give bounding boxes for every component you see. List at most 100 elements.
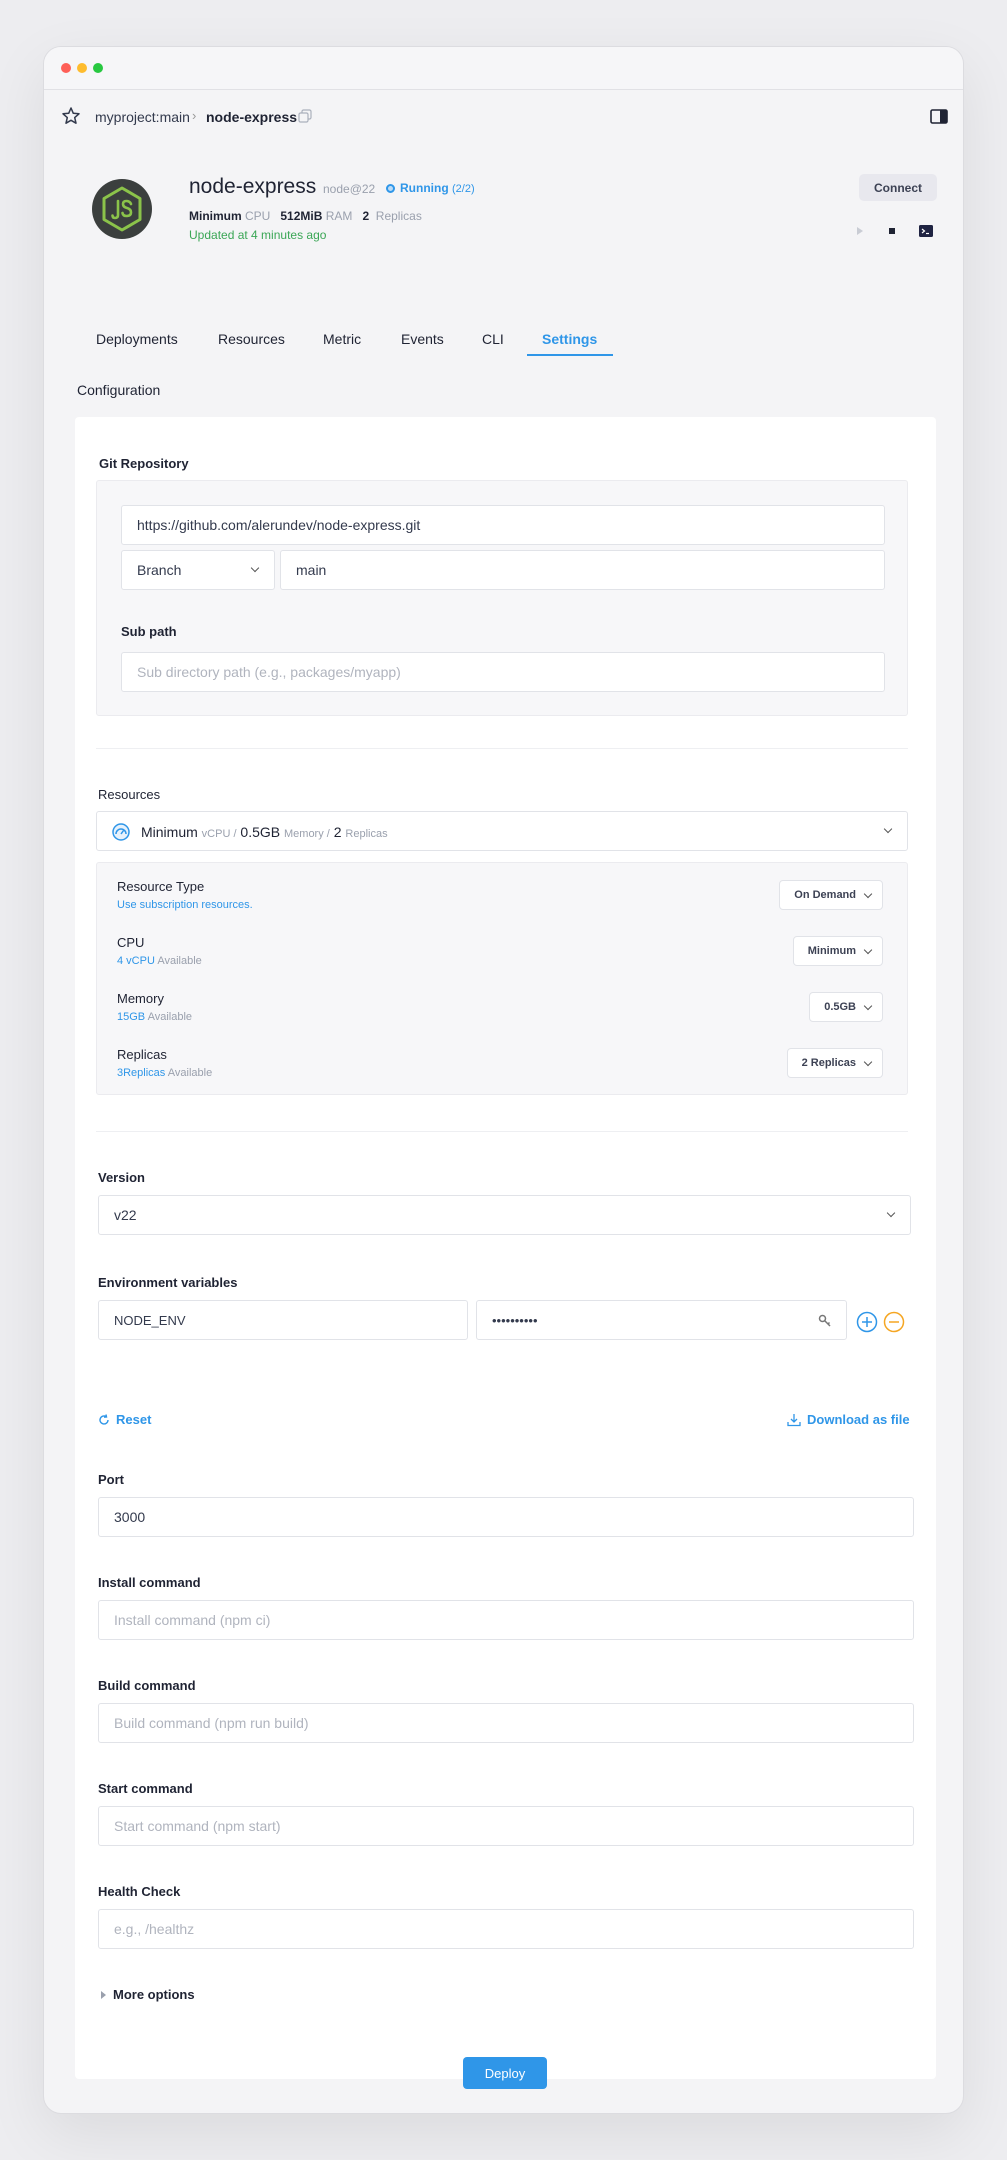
- memory-label: Memory: [117, 991, 164, 1006]
- maximize-window-button[interactable]: [93, 63, 103, 73]
- tab-resources[interactable]: Resources: [218, 323, 285, 355]
- build-command-label: Build command: [98, 1678, 196, 1693]
- runtime-version: node@22: [323, 182, 376, 196]
- play-icon[interactable]: [855, 225, 865, 237]
- resource-details: Resource Type Use subscription resources…: [96, 862, 908, 1095]
- branch-input[interactable]: main: [280, 550, 885, 590]
- chevron-down-icon: [886, 1208, 896, 1218]
- summary-cpu: Minimum: [141, 824, 198, 840]
- chevron-down-icon: [883, 824, 893, 834]
- breadcrumb-service[interactable]: node-express: [206, 109, 297, 125]
- updated-time: Updated at 4 minutes ago: [189, 228, 327, 242]
- chevron-down-icon: [863, 889, 873, 899]
- memory-available: 15GB Available: [117, 1011, 192, 1023]
- divider: [96, 748, 908, 749]
- replicas-label: Replicas: [117, 1047, 167, 1062]
- ram-value: 512MiB: [280, 209, 323, 223]
- replicas-select-value: 2 Replicas: [801, 1057, 856, 1069]
- deploy-button[interactable]: Deploy: [463, 2057, 547, 2089]
- port-input[interactable]: 3000: [98, 1497, 914, 1537]
- build-command-input[interactable]: Build command (npm run build): [98, 1703, 914, 1743]
- version-label: Version: [98, 1170, 145, 1185]
- active-tab-indicator: [527, 354, 613, 356]
- star-icon[interactable]: [61, 106, 81, 126]
- repository-url-input[interactable]: https://github.com/alerundev/node-expres…: [121, 505, 885, 545]
- env-value-input[interactable]: ••••••••••: [476, 1300, 847, 1340]
- start-command-input[interactable]: Start command (npm start): [98, 1806, 914, 1846]
- section-title: Configuration: [77, 382, 161, 398]
- subpath-input[interactable]: Sub directory path (e.g., packages/myapp…: [121, 652, 885, 692]
- resources-label: Resources: [98, 787, 161, 802]
- resource-type-label: Resource Type: [117, 879, 205, 894]
- replicas-available-value: 3Replicas: [117, 1067, 166, 1079]
- tab-cli[interactable]: CLI: [482, 323, 504, 355]
- ram-label: RAM: [325, 209, 353, 223]
- cpu-value: Minimum: [189, 209, 242, 223]
- ref-type-select[interactable]: Branch: [121, 550, 275, 590]
- breadcrumb-separator: ›: [192, 108, 197, 123]
- status-badge: Running (2/2): [386, 181, 475, 195]
- remove-variable-icon[interactable]: [883, 1311, 905, 1333]
- sidebar-toggle-icon[interactable]: [930, 109, 948, 124]
- replicas-value: 2: [362, 209, 370, 223]
- service-name: node-express: [189, 175, 317, 198]
- breadcrumb-project[interactable]: myproject:main: [95, 109, 190, 125]
- replicas-select[interactable]: 2 Replicas: [786, 1048, 883, 1078]
- cpu-available-value: 4 vCPU: [117, 955, 155, 967]
- replicas-label: Replicas: [375, 209, 422, 223]
- summary-memory: 0.5GB: [240, 824, 281, 840]
- key-icon[interactable]: [818, 1314, 832, 1328]
- cpu-select-value: Minimum: [807, 945, 856, 957]
- cpu-label: CPU: [245, 209, 271, 223]
- copy-icon[interactable]: [298, 109, 312, 123]
- status-count: (2/2): [452, 183, 475, 195]
- health-check-label: Health Check: [98, 1884, 181, 1899]
- install-command-input[interactable]: Install command (npm ci): [98, 1600, 914, 1640]
- caret-right-icon: [101, 1991, 106, 1999]
- cpu-select[interactable]: Minimum: [792, 936, 883, 966]
- git-repository-box: https://github.com/alerundev/node-expres…: [96, 480, 908, 716]
- stop-icon[interactable]: [887, 225, 897, 237]
- version-select[interactable]: v22: [98, 1195, 911, 1235]
- cpu-available-label: Available: [157, 955, 202, 967]
- service-header: node-express node@22 Running (2/2) Minim…: [44, 167, 963, 317]
- port-label: Port: [98, 1472, 124, 1487]
- divider: [96, 1131, 908, 1132]
- resource-summary: Minimum vCPU / 0.5GB Memory / 2 Replicas: [141, 824, 388, 840]
- resource-preset-select[interactable]: Minimum vCPU / 0.5GB Memory / 2 Replicas: [96, 811, 908, 851]
- reset-label: Reset: [116, 1412, 152, 1427]
- settings-card: Git Repository https://github.com/alerun…: [75, 417, 936, 2089]
- resource-type-value: On Demand: [794, 889, 856, 901]
- start-command-label: Start command: [98, 1781, 193, 1796]
- chevron-down-icon: [863, 1001, 873, 1011]
- subpath-label: Sub path: [121, 624, 177, 639]
- env-value-masked: ••••••••••: [492, 1312, 538, 1328]
- download-label: Download as file: [807, 1412, 910, 1427]
- env-key-input[interactable]: NODE_ENV: [98, 1300, 468, 1340]
- minimize-window-button[interactable]: [77, 63, 87, 73]
- version-value: v22: [114, 1207, 137, 1223]
- tab-settings[interactable]: Settings: [542, 323, 597, 355]
- status-dot-icon: [386, 184, 395, 193]
- tab-metric[interactable]: Metric: [323, 323, 361, 355]
- tab-deployments[interactable]: Deployments: [96, 323, 178, 355]
- service-specs: Minimum CPU 512MiB RAM 2 Replicas: [189, 209, 422, 223]
- health-check-input[interactable]: e.g., /healthz: [98, 1909, 914, 1949]
- close-window-button[interactable]: [61, 63, 71, 73]
- tab-events[interactable]: Events: [401, 323, 444, 355]
- cpu-label: CPU: [117, 935, 145, 950]
- resource-type-hint-link[interactable]: Use subscription resources.: [117, 899, 253, 911]
- refresh-icon: [99, 1414, 109, 1425]
- terminal-icon[interactable]: [919, 225, 933, 237]
- memory-available-label: Available: [147, 1011, 193, 1023]
- resource-type-select[interactable]: On Demand: [779, 880, 883, 910]
- summary-replicas-unit: Replicas: [345, 828, 388, 840]
- app-window: myproject:main › node-express node-expre…: [43, 46, 964, 2114]
- status-text: Running: [400, 181, 449, 195]
- breadcrumb: myproject:main › node-express: [44, 91, 963, 141]
- add-variable-icon[interactable]: [856, 1311, 878, 1333]
- memory-select-value: 0.5GB: [824, 1001, 856, 1013]
- connect-button[interactable]: Connect: [859, 174, 937, 201]
- git-repository-label: Git Repository: [99, 456, 189, 471]
- memory-select[interactable]: 0.5GB: [809, 992, 883, 1022]
